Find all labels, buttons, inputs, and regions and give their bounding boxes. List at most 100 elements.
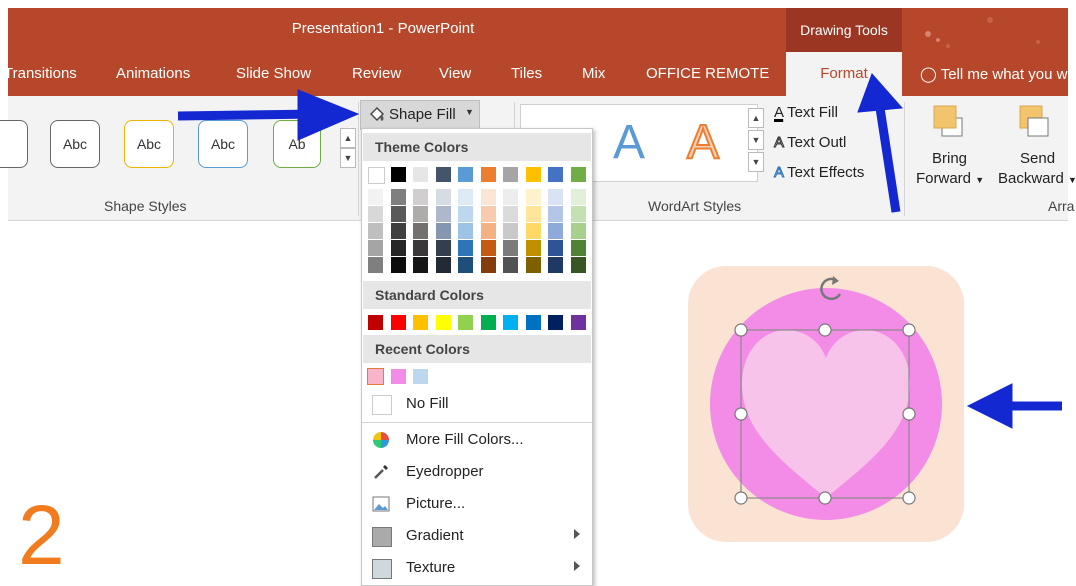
- resize-handle[interactable]: [818, 491, 832, 505]
- tab-slide-show[interactable]: Slide Show: [236, 65, 311, 82]
- theme-color-shade-swatch[interactable]: [390, 240, 406, 256]
- theme-color-shade-swatch[interactable]: [548, 206, 563, 222]
- text-effects-button[interactable]: A Text Effects: [773, 164, 864, 182]
- theme-color-shade-swatch[interactable]: [480, 257, 496, 273]
- theme-color-shade-swatch[interactable]: [503, 257, 518, 273]
- theme-color-shade-swatch[interactable]: [458, 257, 473, 273]
- theme-color-shade-swatch[interactable]: [458, 223, 473, 239]
- standard-color-swatch[interactable]: [503, 315, 518, 330]
- theme-color-shade-swatch[interactable]: [435, 189, 451, 205]
- gradient-item[interactable]: Gradient: [362, 521, 592, 551]
- theme-color-shade-swatch[interactable]: [570, 240, 586, 256]
- theme-color-swatch[interactable]: [390, 167, 406, 182]
- theme-color-shade-swatch[interactable]: [413, 206, 428, 222]
- theme-color-swatch[interactable]: [525, 167, 541, 182]
- theme-color-shade-swatch[interactable]: [480, 240, 496, 256]
- theme-color-shade-swatch[interactable]: [548, 257, 563, 273]
- send-backward-button[interactable]: Send Backward ▼: [998, 104, 1076, 194]
- theme-color-shade-swatch[interactable]: [480, 206, 496, 222]
- theme-color-shade-swatch[interactable]: [413, 257, 428, 273]
- standard-color-swatch[interactable]: [368, 315, 383, 330]
- theme-color-shade-swatch[interactable]: [435, 223, 451, 239]
- theme-color-shade-swatch[interactable]: [435, 206, 451, 222]
- gallery-scroll-up[interactable]: ▲: [340, 128, 356, 148]
- theme-color-shade-swatch[interactable]: [525, 223, 541, 239]
- shape-style-thumb[interactable]: Ab: [273, 120, 321, 168]
- theme-color-shade-swatch[interactable]: [525, 206, 541, 222]
- theme-color-swatch[interactable]: [435, 167, 451, 182]
- tab-mix[interactable]: Mix: [582, 65, 605, 82]
- shape-style-thumb[interactable]: [0, 120, 28, 168]
- tab-transitions[interactable]: Transitions: [4, 65, 77, 82]
- theme-color-shade-swatch[interactable]: [570, 206, 586, 222]
- theme-color-shade-swatch[interactable]: [503, 240, 518, 256]
- theme-color-shade-swatch[interactable]: [390, 223, 406, 239]
- texture-item[interactable]: Texture: [362, 553, 592, 583]
- theme-color-shade-swatch[interactable]: [570, 257, 586, 273]
- theme-color-shade-swatch[interactable]: [480, 189, 496, 205]
- standard-color-swatch[interactable]: [413, 315, 428, 330]
- theme-color-shade-swatch[interactable]: [503, 223, 518, 239]
- resize-handle[interactable]: [734, 491, 748, 505]
- text-fill-button[interactable]: A Text Fill: [774, 104, 838, 121]
- theme-color-shade-swatch[interactable]: [458, 240, 473, 256]
- theme-color-shade-swatch[interactable]: [368, 240, 383, 256]
- tab-view[interactable]: View: [439, 65, 471, 82]
- theme-color-swatch[interactable]: [480, 167, 496, 182]
- shape-fill-button[interactable]: Shape Fill ▼: [360, 100, 480, 130]
- text-outline-button[interactable]: A Text Outl: [773, 134, 846, 152]
- eyedropper-item[interactable]: Eyedropper: [362, 457, 592, 487]
- gallery-more-button[interactable]: ▼: [340, 148, 356, 168]
- wordart-sample-blue[interactable]: A: [613, 117, 645, 169]
- theme-color-shade-swatch[interactable]: [435, 240, 451, 256]
- resize-handle[interactable]: [818, 323, 832, 337]
- theme-color-swatch[interactable]: [548, 167, 563, 182]
- gallery-more-button[interactable]: ▼: [748, 152, 764, 172]
- resize-handle[interactable]: [902, 491, 916, 505]
- standard-color-swatch[interactable]: [458, 315, 473, 330]
- bring-forward-button[interactable]: Bring Forward ▼: [914, 104, 990, 194]
- theme-color-shade-swatch[interactable]: [413, 223, 428, 239]
- theme-color-shade-swatch[interactable]: [570, 189, 586, 205]
- tab-office-remote[interactable]: OFFICE REMOTE: [646, 65, 769, 82]
- theme-color-shade-swatch[interactable]: [480, 223, 496, 239]
- theme-color-shade-swatch[interactable]: [458, 206, 473, 222]
- standard-color-swatch[interactable]: [480, 315, 496, 330]
- no-fill-item[interactable]: No Fill: [362, 389, 592, 419]
- gallery-scroll-down[interactable]: ▼: [748, 130, 764, 150]
- tell-me-box[interactable]: ◯ Tell me what you w: [920, 65, 1067, 83]
- theme-color-shade-swatch[interactable]: [435, 257, 451, 273]
- theme-color-shade-swatch[interactable]: [413, 240, 428, 256]
- heart-shape-group[interactable]: [688, 266, 964, 542]
- standard-color-swatch[interactable]: [548, 315, 563, 330]
- theme-color-swatch[interactable]: [503, 167, 518, 182]
- standard-color-swatch[interactable]: [435, 315, 451, 330]
- resize-handle[interactable]: [902, 407, 916, 421]
- theme-color-shade-swatch[interactable]: [503, 206, 518, 222]
- theme-color-shade-swatch[interactable]: [570, 223, 586, 239]
- theme-color-shade-swatch[interactable]: [413, 189, 428, 205]
- theme-color-shade-swatch[interactable]: [525, 240, 541, 256]
- tab-format[interactable]: Format: [786, 52, 902, 96]
- theme-color-swatch[interactable]: [413, 167, 428, 182]
- theme-color-shade-swatch[interactable]: [548, 240, 563, 256]
- theme-color-shade-swatch[interactable]: [390, 206, 406, 222]
- theme-color-shade-swatch[interactable]: [368, 189, 383, 205]
- theme-color-shade-swatch[interactable]: [458, 189, 473, 205]
- resize-handle[interactable]: [734, 407, 748, 421]
- picture-item[interactable]: Picture...: [362, 489, 592, 519]
- resize-handle[interactable]: [902, 323, 916, 337]
- tab-review[interactable]: Review: [352, 65, 401, 82]
- theme-color-shade-swatch[interactable]: [525, 257, 541, 273]
- shape-style-thumb[interactable]: Abc: [124, 120, 174, 168]
- theme-color-shade-swatch[interactable]: [548, 189, 563, 205]
- theme-color-swatch[interactable]: [368, 167, 385, 184]
- recent-color-swatch[interactable]: [367, 368, 384, 385]
- more-fill-colors-item[interactable]: More Fill Colors...: [362, 425, 592, 455]
- resize-handle[interactable]: [734, 323, 748, 337]
- theme-color-shade-swatch[interactable]: [368, 223, 383, 239]
- theme-color-shade-swatch[interactable]: [390, 189, 406, 205]
- theme-color-shade-swatch[interactable]: [503, 189, 518, 205]
- theme-color-shade-swatch[interactable]: [368, 206, 383, 222]
- tab-tiles[interactable]: Tiles: [511, 65, 542, 82]
